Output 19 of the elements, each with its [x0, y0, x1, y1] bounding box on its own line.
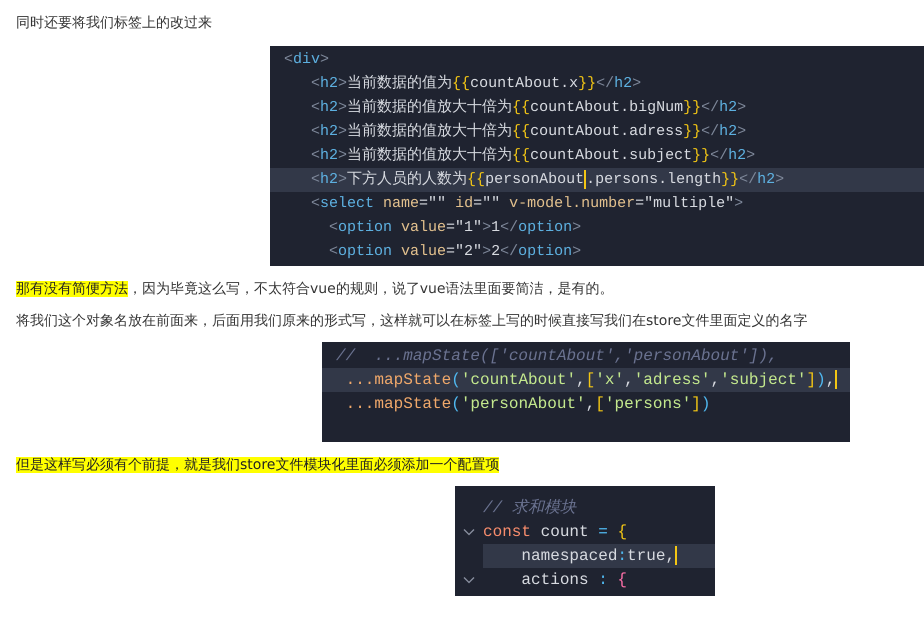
code-line: <h2>当前数据的值放大十倍为{{countAbout.adress}}</h2>: [310, 122, 748, 142]
paragraph-text: 将我们这个对象名放在前面来，后面用我们原来的形式写，这样就可以在标签上写的时候直接写我们在store文件里面定义的名字: [16, 312, 808, 331]
code-line: actions : {: [520, 570, 628, 591]
code-line: ...mapState('personAbout',['persons']): [344, 394, 712, 415]
paragraph-text: 但是这样写必须有个前提，就是我们store文件模块化里面必须添加一个配置项: [16, 456, 500, 475]
code-line: <option value="2">2</option>: [328, 242, 582, 262]
paragraph-text: 同时还要将我们标签上的改过来: [16, 14, 212, 33]
code-line: const count = {: [483, 522, 628, 543]
code-line: <h2>当前数据的值放大十倍为{{countAbout.bigNum}}</h2>: [310, 98, 748, 118]
code-line: <select name="" id="" v-model.number="multiple">: [310, 194, 744, 214]
code-line: // ...mapState(['countAbout','personAbout']),: [335, 346, 779, 367]
chevron-icon[interactable]: [463, 576, 475, 584]
code-line: <div>: [283, 50, 330, 70]
code-line: <h2>当前数据的值放大十倍为{{countAbout.subject}}</h2>: [310, 146, 756, 166]
code-line: <option value="1">1</option>: [328, 218, 582, 238]
code-line: // 求和模块: [483, 498, 578, 519]
code-line: <h2>当前数据的值为{{countAbout.x}}</h2>: [310, 74, 642, 94]
chevron-icon[interactable]: [463, 528, 475, 536]
paragraph-text: 那有没有简便方法，因为毕竟这么写，不太符合vue的规则，说了vue语法里面要简洁，是有的。: [16, 280, 614, 299]
